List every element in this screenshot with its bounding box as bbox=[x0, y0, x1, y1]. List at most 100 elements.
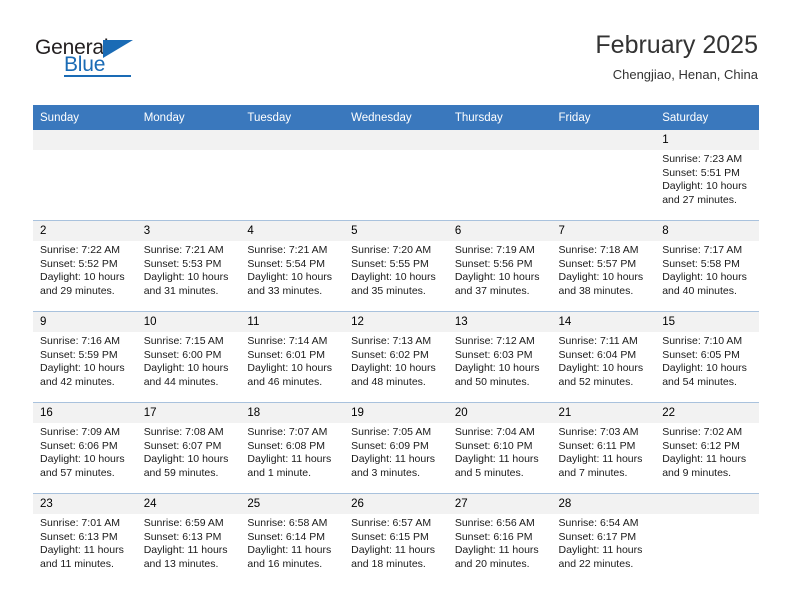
calendar-day-cell[interactable]: 21 Sunrise: 7:03 AM Sunset: 6:11 PM Dayligh… bbox=[551, 402, 656, 494]
daylight-duration-line1: Daylight: 11 hours bbox=[351, 544, 435, 557]
calendar-week-row: 23 Sunrise: 7:01 AM Sunset: 6:13 PM Dayligh… bbox=[33, 493, 759, 584]
day-number: 24 bbox=[136, 494, 241, 514]
calendar-day-cell[interactable]: 8 Sunrise: 7:17 AM Sunset: 5:58 PM Daylight… bbox=[655, 220, 759, 312]
calendar-day-cell[interactable]: 13 Sunrise: 7:12 AM Sunset: 6:03 PM Dayligh… bbox=[447, 311, 552, 403]
daylight-duration-line1: Daylight: 10 hours bbox=[247, 362, 333, 375]
calendar-day-cell[interactable]: 22 Sunrise: 7:02 AM Sunset: 6:12 PM Dayligh… bbox=[655, 402, 759, 494]
day-number: 2 bbox=[33, 221, 137, 241]
daylight-duration-line2: and 48 minutes. bbox=[351, 375, 426, 388]
day-details: Sunrise: 7:21 AM Sunset: 5:53 PM Daylight:… bbox=[137, 241, 241, 298]
calendar-day-cell[interactable]: 15 Sunrise: 7:10 AM Sunset: 6:05 PM Dayligh… bbox=[655, 311, 759, 403]
calendar-day-cell[interactable]: 14 Sunrise: 7:11 AM Sunset: 6:04 PM Dayligh… bbox=[551, 311, 656, 403]
calendar-day-cell-empty bbox=[447, 130, 552, 221]
day-details: Sunrise: 7:07 AM Sunset: 6:08 PM Daylight:… bbox=[240, 423, 344, 480]
calendar-day-cell[interactable]: 23 Sunrise: 7:01 AM Sunset: 6:13 PM Dayligh… bbox=[33, 493, 137, 584]
calendar-day-cell[interactable]: 27 Sunrise: 6:56 AM Sunset: 6:16 PM Dayligh… bbox=[447, 493, 552, 584]
day-details: Sunrise: 6:57 AM Sunset: 6:15 PM Daylight:… bbox=[344, 514, 448, 571]
calendar-day-cell[interactable]: 11 Sunrise: 7:14 AM Sunset: 6:01 PM Dayligh… bbox=[240, 311, 345, 403]
sunrise-time: Sunrise: 7:18 AM bbox=[558, 244, 639, 256]
daylight-duration-line1: Daylight: 10 hours bbox=[662, 271, 747, 284]
calendar-day-cell[interactable]: 16 Sunrise: 7:09 AM Sunset: 6:06 PM Dayligh… bbox=[33, 402, 137, 494]
sunrise-time: Sunrise: 7:12 AM bbox=[454, 335, 535, 347]
day-details: Sunrise: 6:56 AM Sunset: 6:16 PM Daylight:… bbox=[448, 514, 552, 571]
calendar-day-cell[interactable]: 28 Sunrise: 6:54 AM Sunset: 6:17 PM Dayligh… bbox=[551, 493, 656, 584]
sunrise-time: Sunrise: 7:15 AM bbox=[143, 335, 224, 347]
sunset-time: Sunset: 5:54 PM bbox=[247, 257, 326, 270]
day-number: 7 bbox=[551, 221, 656, 241]
calendar-day-cell[interactable]: 9 Sunrise: 7:16 AM Sunset: 5:59 PM Daylight… bbox=[33, 311, 137, 403]
daylight-duration-line2: and 29 minutes. bbox=[40, 284, 115, 297]
sunrise-time: Sunrise: 7:01 AM bbox=[40, 517, 120, 529]
calendar-day-cell[interactable]: 25 Sunrise: 6:58 AM Sunset: 6:14 PM Dayligh… bbox=[240, 493, 345, 584]
sunset-time: Sunset: 6:13 PM bbox=[40, 530, 118, 543]
day-number: 10 bbox=[136, 312, 241, 332]
day-number bbox=[33, 130, 137, 150]
day-details: Sunrise: 7:19 AM Sunset: 5:56 PM Daylight:… bbox=[448, 241, 552, 298]
day-number: 16 bbox=[33, 403, 137, 423]
sunset-time: Sunset: 5:52 PM bbox=[40, 257, 118, 270]
calendar-day-cell[interactable]: 2 Sunrise: 7:22 AM Sunset: 5:52 PM Daylight… bbox=[33, 220, 137, 312]
calendar-day-cell[interactable]: 12 Sunrise: 7:13 AM Sunset: 6:02 PM Dayligh… bbox=[344, 311, 448, 403]
day-number: 25 bbox=[240, 494, 345, 514]
sunrise-time: Sunrise: 6:57 AM bbox=[351, 517, 432, 529]
daylight-duration-line2: and 44 minutes. bbox=[143, 375, 219, 388]
calendar-day-cell[interactable]: 20 Sunrise: 7:04 AM Sunset: 6:10 PM Dayligh… bbox=[447, 402, 552, 494]
daylight-duration-line1: Daylight: 10 hours bbox=[558, 271, 644, 284]
logo-triangle-icon bbox=[103, 40, 133, 58]
calendar-day-cell[interactable]: 17 Sunrise: 7:08 AM Sunset: 6:07 PM Dayligh… bbox=[136, 402, 241, 494]
daylight-duration-line2: and 5 minutes. bbox=[454, 466, 524, 479]
day-number: 13 bbox=[447, 312, 552, 332]
sunset-time: Sunset: 6:03 PM bbox=[454, 348, 533, 361]
sunrise-time: Sunrise: 7:19 AM bbox=[454, 244, 535, 256]
calendar-day-cell[interactable]: 10 Sunrise: 7:15 AM Sunset: 6:00 PM Dayligh… bbox=[136, 311, 241, 403]
location-subtitle: Chengjiao, Henan, China bbox=[612, 67, 758, 82]
sunrise-time: Sunrise: 7:04 AM bbox=[454, 426, 535, 438]
sunrise-time: Sunrise: 7:17 AM bbox=[662, 244, 743, 256]
calendar-day-cell[interactable]: 6 Sunrise: 7:19 AM Sunset: 5:56 PM Daylight… bbox=[447, 220, 552, 312]
sunset-time: Sunset: 6:16 PM bbox=[454, 530, 533, 543]
daylight-duration-line1: Daylight: 11 hours bbox=[558, 453, 643, 466]
daylight-duration-line2: and 1 minute. bbox=[247, 466, 312, 479]
day-details: Sunrise: 7:18 AM Sunset: 5:57 PM Daylight:… bbox=[552, 241, 656, 298]
day-details: Sunrise: 7:12 AM Sunset: 6:03 PM Daylight:… bbox=[448, 332, 552, 389]
calendar-day-cell[interactable]: 4 Sunrise: 7:21 AM Sunset: 5:54 PM Daylight… bbox=[240, 220, 345, 312]
daylight-duration-line1: Daylight: 10 hours bbox=[351, 362, 436, 375]
daylight-duration-line1: Daylight: 10 hours bbox=[40, 271, 125, 284]
calendar-day-cell[interactable]: 3 Sunrise: 7:21 AM Sunset: 5:53 PM Daylight… bbox=[136, 220, 241, 312]
general-blue-logo: General Blue bbox=[33, 36, 163, 82]
calendar-day-cell-empty bbox=[240, 130, 345, 221]
day-details: Sunrise: 7:15 AM Sunset: 6:00 PM Daylight:… bbox=[137, 332, 241, 389]
daylight-duration-line1: Daylight: 11 hours bbox=[351, 453, 435, 466]
day-details: Sunrise: 7:04 AM Sunset: 6:10 PM Daylight:… bbox=[448, 423, 552, 480]
calendar-day-cell[interactable]: 26 Sunrise: 6:57 AM Sunset: 6:15 PM Dayligh… bbox=[344, 493, 448, 584]
sunrise-time: Sunrise: 7:14 AM bbox=[247, 335, 328, 347]
day-number bbox=[551, 130, 656, 150]
sunrise-time: Sunrise: 7:21 AM bbox=[247, 244, 328, 256]
weekday-header-sunday: Sunday bbox=[33, 105, 137, 130]
day-number: 22 bbox=[655, 403, 759, 423]
daylight-duration-line2: and 9 minutes. bbox=[662, 466, 732, 479]
sunrise-time: Sunrise: 7:13 AM bbox=[351, 335, 432, 347]
calendar-week-row: 16 Sunrise: 7:09 AM Sunset: 6:06 PM Dayligh… bbox=[33, 402, 759, 494]
calendar-day-cell[interactable]: 7 Sunrise: 7:18 AM Sunset: 5:57 PM Daylight… bbox=[551, 220, 656, 312]
calendar-day-cell[interactable]: 5 Sunrise: 7:20 AM Sunset: 5:55 PM Daylight… bbox=[344, 220, 448, 312]
day-number: 14 bbox=[551, 312, 656, 332]
sunrise-time: Sunrise: 6:54 AM bbox=[558, 517, 639, 529]
calendar-day-cell[interactable]: 1 Sunrise: 7:23 AM Sunset: 5:51 PM Daylight… bbox=[655, 130, 759, 221]
calendar-head: Sunday Monday Tuesday Wednesday Thursday… bbox=[33, 105, 759, 130]
day-number: 27 bbox=[447, 494, 552, 514]
weekday-header-monday: Monday bbox=[136, 105, 241, 130]
calendar-day-cell[interactable]: 19 Sunrise: 7:05 AM Sunset: 6:09 PM Dayligh… bbox=[344, 402, 448, 494]
sunrise-time: Sunrise: 7:03 AM bbox=[558, 426, 639, 438]
calendar-day-cell-empty bbox=[136, 130, 241, 221]
daylight-duration-line2: and 54 minutes. bbox=[662, 375, 737, 388]
sunrise-time: Sunrise: 7:23 AM bbox=[662, 153, 743, 165]
logo-text-blue: Blue bbox=[64, 53, 106, 76]
daylight-duration-line2: and 52 minutes. bbox=[558, 375, 634, 388]
calendar-day-cell[interactable]: 18 Sunrise: 7:07 AM Sunset: 6:08 PM Dayligh… bbox=[240, 402, 345, 494]
daylight-duration-line1: Daylight: 11 hours bbox=[40, 544, 124, 557]
daylight-duration-line1: Daylight: 10 hours bbox=[143, 271, 229, 284]
calendar-day-cell[interactable]: 24 Sunrise: 6:59 AM Sunset: 6:13 PM Dayligh… bbox=[136, 493, 241, 584]
daylight-duration-line2: and 59 minutes. bbox=[143, 466, 219, 479]
day-number: 1 bbox=[655, 130, 759, 150]
